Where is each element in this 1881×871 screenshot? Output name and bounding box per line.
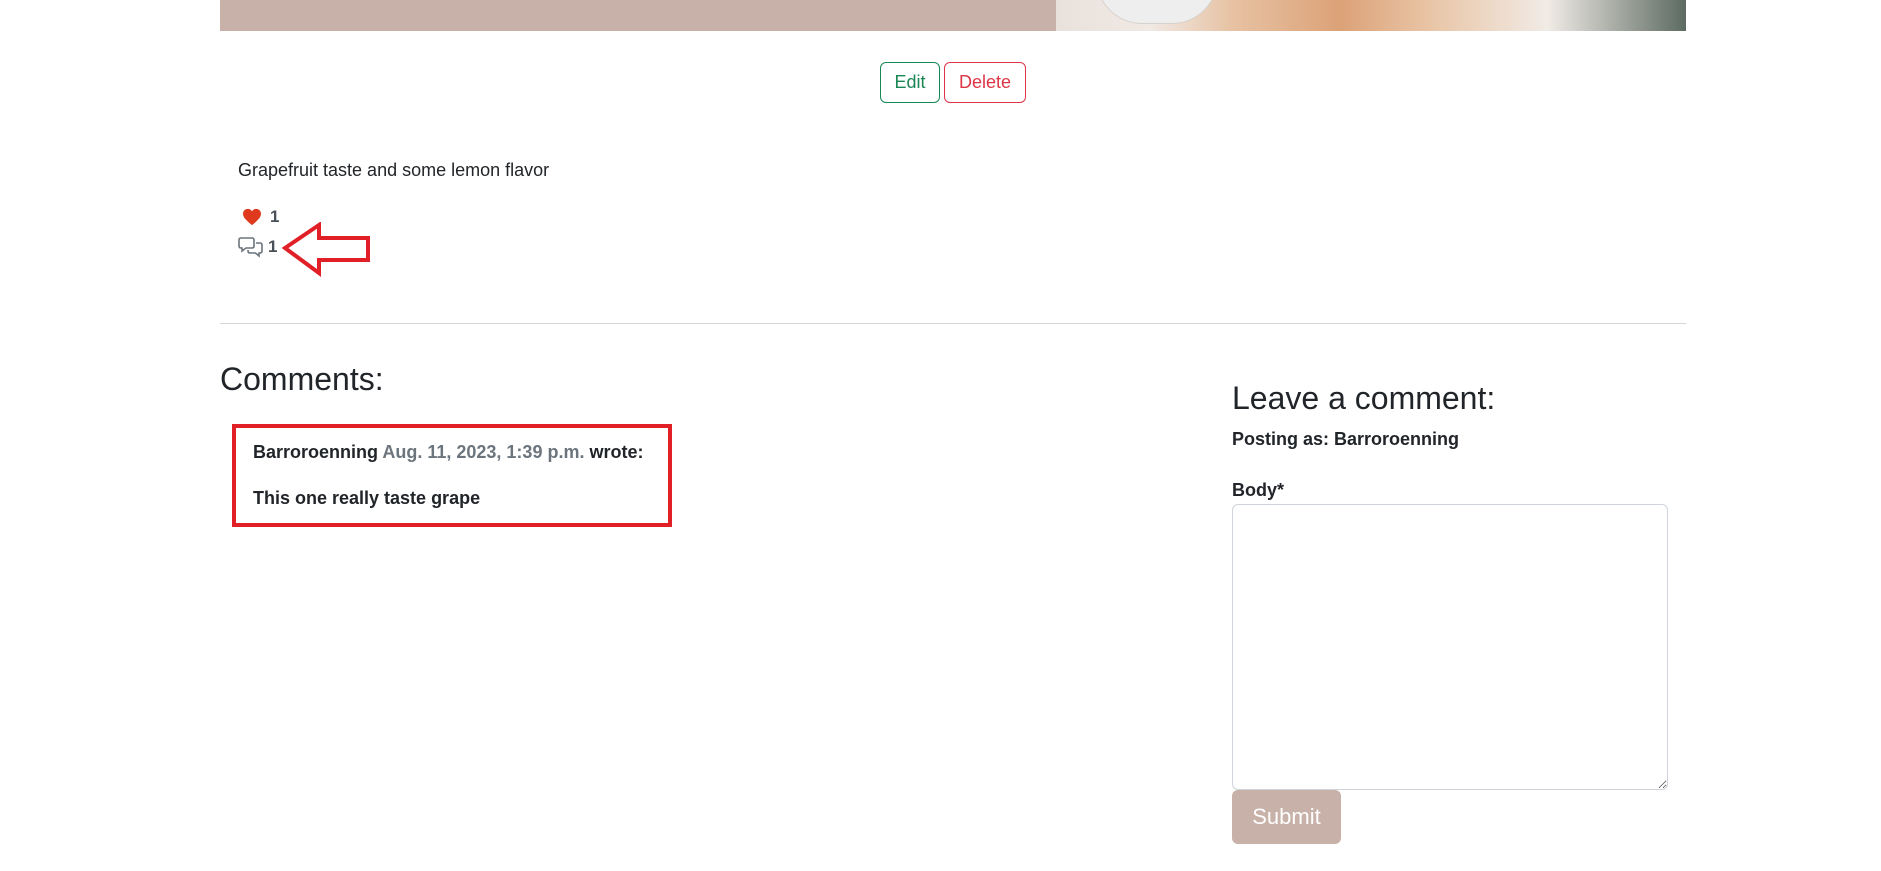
likes-stat[interactable]: 1: [242, 207, 279, 227]
edit-button[interactable]: Edit: [880, 62, 940, 103]
heart-icon[interactable]: [242, 208, 262, 226]
posting-as-label: Posting as: Barroroenning: [1232, 429, 1460, 449]
comment-date: Aug. 11, 2023, 1:39 p.m.: [382, 442, 585, 462]
comments-count: 1: [268, 237, 278, 256]
comments-heading: Comments:: [220, 361, 384, 397]
likes-count: 1: [270, 207, 280, 226]
post-featured-image: [220, 0, 1686, 31]
comments-stat: 1: [238, 236, 277, 258]
delete-button[interactable]: Delete: [944, 62, 1026, 103]
submit-button[interactable]: Submit: [1232, 790, 1341, 844]
comment-wrote: wrote:: [589, 442, 644, 462]
leave-comment-heading: Leave a comment:: [1232, 380, 1496, 416]
body-textarea[interactable]: [1232, 504, 1668, 790]
featured-photo: [1056, 0, 1686, 31]
comment-body: This one really taste grape: [253, 488, 481, 508]
annotation-arrow-icon: [281, 221, 372, 283]
body-field-label: Body*: [1232, 480, 1285, 500]
bowl-graphic: [1096, 0, 1218, 24]
comment-meta: Barroroenning Aug. 11, 2023, 1:39 p.m. w…: [253, 442, 643, 463]
comment-author: Barroroenning: [253, 442, 379, 462]
comment-card: Barroroenning Aug. 11, 2023, 1:39 p.m. w…: [232, 424, 672, 527]
section-divider: [220, 323, 1686, 324]
post-excerpt: Grapefruit taste and some lemon flavor: [238, 160, 550, 180]
chat-bubbles-icon: [238, 236, 264, 258]
